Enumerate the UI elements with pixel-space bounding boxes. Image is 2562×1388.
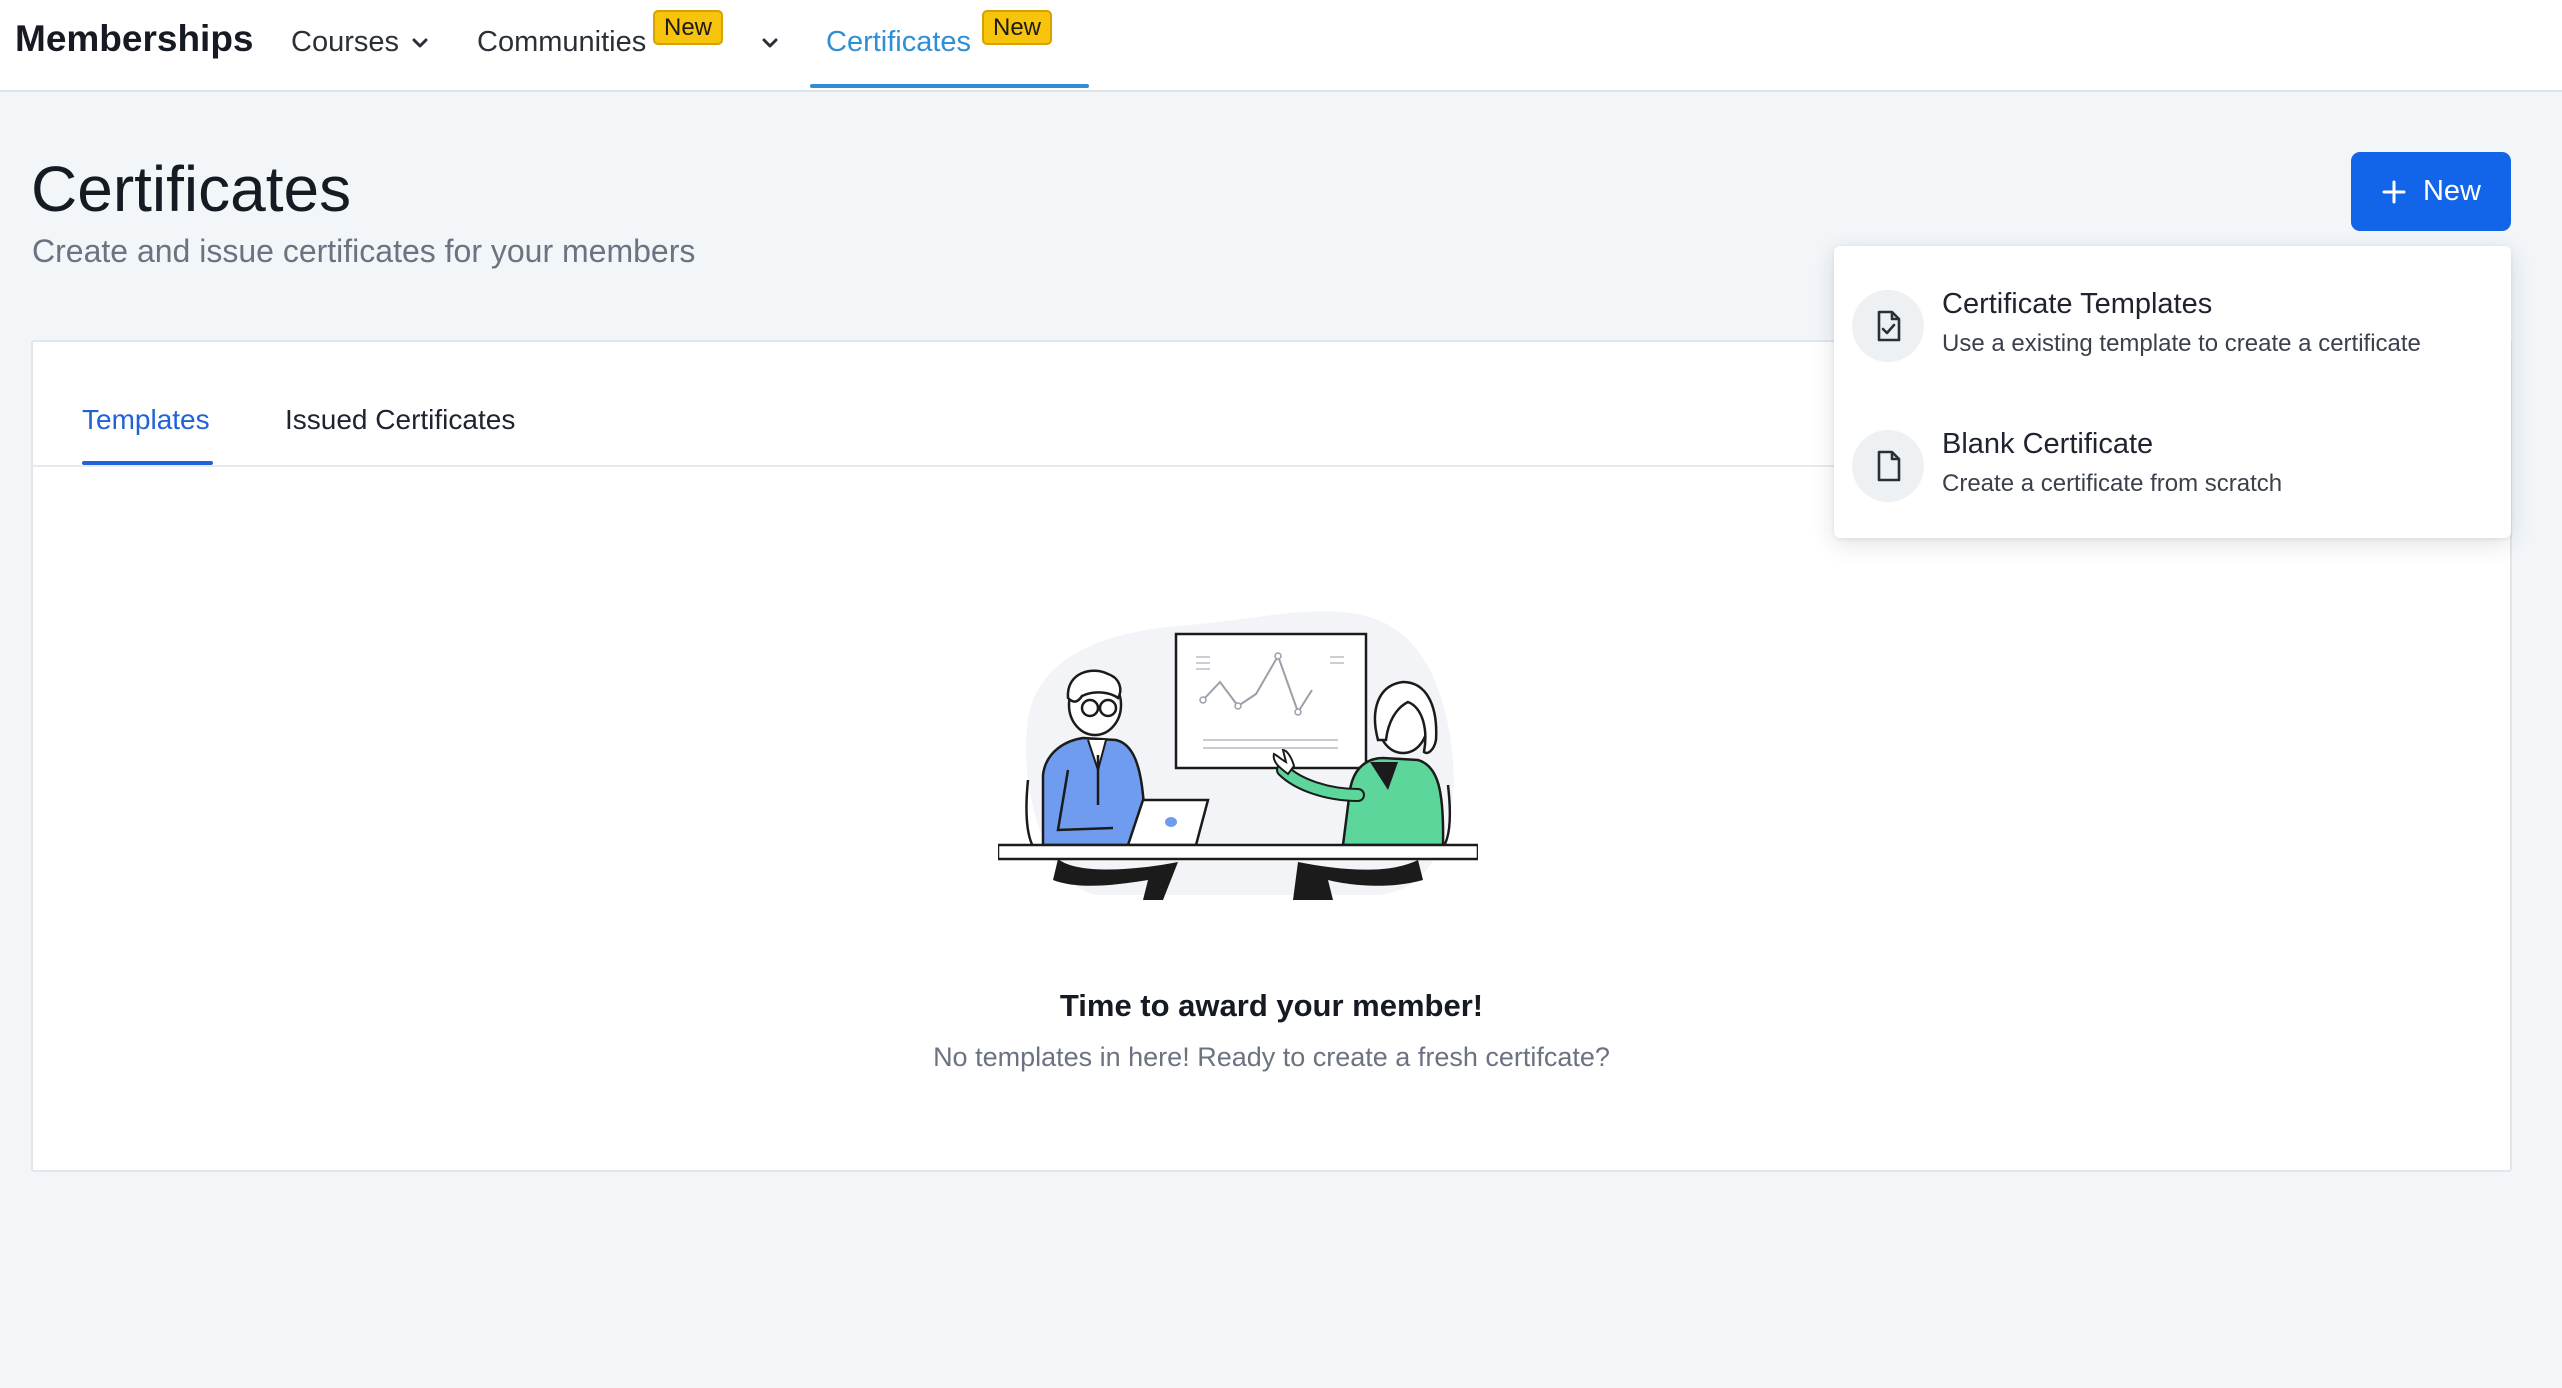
nav-item-courses[interactable]: Courses	[291, 26, 399, 59]
page-title: Certificates	[31, 153, 352, 225]
app-brand[interactable]: Memberships	[15, 18, 254, 60]
tab-issued-certificates[interactable]: Issued Certificates	[285, 404, 515, 436]
dropdown-item-description: Use a existing template to create a cert…	[1942, 330, 2421, 357]
dropdown-item-certificate-templates[interactable]: Certificate Templates Use a existing tem…	[1834, 260, 2511, 390]
active-nav-indicator	[810, 84, 1089, 88]
meeting-illustration	[998, 611, 1478, 900]
new-certificate-dropdown: Certificate Templates Use a existing tem…	[1834, 246, 2511, 538]
nav-item-label: Courses	[291, 26, 399, 58]
dropdown-item-blank-certificate[interactable]: Blank Certificate Create a certificate f…	[1834, 400, 2511, 530]
plus-icon	[2382, 180, 2406, 203]
chevron-down-icon[interactable]	[405, 28, 435, 58]
empty-state-subtitle: No templates in here! Ready to create a …	[933, 1042, 1610, 1072]
new-button[interactable]: New	[2351, 152, 2511, 231]
chevron-down-icon[interactable]	[755, 28, 785, 58]
file-check-icon	[1852, 290, 1924, 362]
dropdown-item-description: Create a certificate from scratch	[1942, 470, 2283, 497]
new-badge: New	[982, 10, 1053, 45]
new-button-label: New	[2422, 175, 2481, 207]
page-subtitle: Create and issue certificates for your m…	[32, 233, 696, 269]
nav-item-communities[interactable]: Communities	[477, 26, 646, 59]
file-icon	[1852, 430, 1924, 502]
empty-state-title: Time to award your member!	[1059, 988, 1484, 1023]
nav-item-certificates[interactable]: Certificates	[826, 26, 971, 59]
nav-item-label: Certificates	[826, 26, 972, 58]
tab-templates[interactable]: Templates	[82, 404, 210, 436]
new-badge: New	[653, 10, 724, 45]
dropdown-item-title: Blank Certificate	[1942, 428, 2154, 460]
top-navigation: Memberships Courses Communities New Cert…	[0, 0, 2562, 92]
dropdown-item-title: Certificate Templates	[1942, 288, 2213, 320]
nav-item-label: Communities	[477, 26, 647, 58]
